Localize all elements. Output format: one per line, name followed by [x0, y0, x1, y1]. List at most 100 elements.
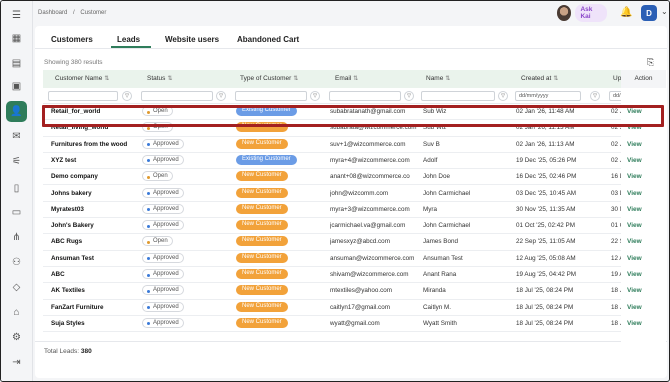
tab-customers[interactable]: Customers [51, 35, 93, 44]
filter-row: ▽ ▽ ▽ ▽ ▽ dd/mm/yyyy ▽ dd/ [43, 88, 633, 104]
filter-name-input[interactable] [421, 91, 495, 101]
type-badge: New Customer [236, 285, 288, 296]
header-type[interactable]: Type of Customer ⇅ [240, 75, 298, 82]
orders-icon[interactable]: ▣ [9, 79, 24, 94]
breadcrumb-dashboard[interactable]: Dashboard [38, 10, 67, 16]
type-badge: New Customer [236, 203, 288, 214]
filter-icon[interactable]: ▽ [498, 91, 508, 101]
view-link[interactable]: View [627, 222, 642, 229]
table-row[interactable]: ABC Approved New Customer shivam@wizcommerc… [43, 267, 633, 284]
status-badge: Approved [142, 285, 184, 296]
download-icon[interactable]: ⎘ [647, 57, 654, 68]
cell-created-at: 03 Dec '25, 10:45 AM [516, 189, 577, 197]
view-link[interactable]: View [627, 190, 642, 197]
view-link[interactable]: View [627, 206, 642, 213]
tab-bar: Customers Leads Website users Abandoned … [35, 26, 667, 49]
filter-icon[interactable]: ▽ [404, 91, 414, 101]
view-link[interactable]: View [627, 255, 642, 262]
cell-email: anant+08@wizcommerce.co [330, 173, 410, 181]
header-name[interactable]: Name ⇅ [426, 75, 450, 82]
messages-icon[interactable]: ✉ [9, 129, 24, 144]
view-link[interactable]: View [627, 320, 642, 327]
filter-email-input[interactable] [329, 91, 401, 101]
filter-type-input[interactable] [235, 91, 307, 101]
cell-email: myra+3@wizcommerce.com [330, 205, 410, 213]
cell-email: caitlyn17@gmail.com [330, 303, 390, 311]
header-customer-name[interactable]: Customer Name ⇅ [55, 75, 109, 82]
table-row[interactable]: Ansuman Test Approved New Customer ansuman@… [43, 251, 633, 267]
cell-name: Miranda [423, 287, 446, 295]
filter-icon[interactable]: ▽ [122, 91, 132, 101]
settings-sliders-icon[interactable]: ⚟ [9, 154, 24, 169]
view-link[interactable]: View [627, 271, 642, 278]
filter-status-input[interactable] [141, 91, 213, 101]
cell-name: Caitlyn M. [423, 303, 451, 311]
type-badge: New Customer [236, 138, 288, 149]
cell-name: Suv B [423, 140, 440, 148]
gear-icon[interactable]: ⚙ [9, 330, 24, 345]
table-row[interactable]: ABC Rugs Open New Customer jamesxyz@abcd.co… [43, 234, 633, 251]
view-link[interactable]: View [627, 157, 642, 164]
filter-icon[interactable]: ▽ [216, 91, 226, 101]
cell-created-at: 22 Sep '25, 11:05 AM [516, 238, 576, 246]
cell-email: suv+1@wizcommerce.com [330, 140, 406, 148]
table-row[interactable]: FanZart Furniture Approved New Customer cai… [43, 300, 633, 316]
cell-customer-name: AK Textiles [51, 287, 85, 295]
user-avatar[interactable]: D [641, 5, 657, 21]
table-row[interactable]: XYZ test Approved Existing Customer myra+4@… [43, 153, 633, 170]
table-row[interactable]: Demo company Open New Customer anant+08@wiz… [43, 169, 633, 186]
logout-icon[interactable]: ⇥ [9, 355, 24, 370]
table-row[interactable]: Suja Styles Approved New Customer wyatt@gma… [43, 316, 633, 333]
cell-customer-name: FanZart Furniture [51, 303, 104, 311]
filter-icon[interactable]: ▽ [310, 91, 320, 101]
table-row[interactable]: Furnitures from the wood Approved New Cust… [43, 137, 633, 153]
tab-leads[interactable]: Leads [117, 35, 140, 44]
chevron-down-icon[interactable]: ⌄ [661, 7, 668, 16]
table-row[interactable]: AK Textiles Approved New Customer mtextiles… [43, 283, 633, 300]
tag-icon[interactable]: ◇ [9, 280, 24, 295]
header-created-at[interactable]: Created at ⇅ [521, 75, 558, 82]
users-icon[interactable]: ⚇ [9, 255, 24, 270]
cell-customer-name: Demo company [51, 173, 98, 181]
view-link[interactable]: View [627, 173, 642, 180]
header-email[interactable]: Email ⇅ [335, 75, 358, 82]
status-badge: Approved [142, 269, 184, 279]
ask-kai-button[interactable]: Ask Kai [557, 4, 607, 22]
menu-icon[interactable]: ☰ [9, 8, 24, 23]
total-leads: Total Leads: 380 [44, 348, 92, 355]
cell-customer-name: Furnitures from the wood [51, 140, 128, 148]
view-link[interactable]: View [627, 141, 642, 148]
table-row[interactable]: John's Bakery Approved New Customer jcarmic… [43, 218, 633, 235]
cell-email: john@wizcomm.com [330, 189, 389, 197]
hierarchy-icon[interactable]: ⋔ [9, 230, 24, 245]
filter-created-date[interactable]: dd/mm/yyyy [515, 91, 581, 101]
customers-icon[interactable]: 👤 [6, 101, 27, 122]
view-link[interactable]: View [627, 238, 642, 245]
filter-customer-input[interactable] [48, 91, 118, 101]
bell-icon[interactable]: 🔔 [620, 7, 632, 18]
catalog-icon[interactable]: ▤ [9, 56, 24, 71]
total-leads-value: 380 [80, 348, 92, 355]
cell-created-at: 18 Jul '25, 08:24 PM [516, 287, 574, 295]
dashboard-icon[interactable]: ▦ [9, 31, 24, 46]
documents-icon[interactable]: ▯ [9, 181, 24, 196]
filter-icon[interactable]: ▽ [590, 91, 600, 101]
status-badge: Open [142, 236, 173, 247]
table-row[interactable]: Myratest03 Approved New Customer myra+3@wiz… [43, 202, 633, 219]
sidebar: ☰ ▦ ▤ ▣ 👤 ✉ ⚟ ▯ ▭ ⋔ ⚇ ◇ ⌂ ⚙ ⇥ [1, 1, 33, 381]
type-badge: New Customer [236, 220, 288, 231]
type-badge: Existing Customer [236, 154, 297, 165]
header-status[interactable]: Status ⇅ [147, 75, 172, 82]
store-icon[interactable]: ⌂ [9, 305, 24, 320]
tab-website-users[interactable]: Website users [165, 35, 219, 44]
tab-abandoned-cart[interactable]: Abandoned Cart [237, 35, 299, 44]
view-link[interactable]: View [627, 287, 642, 294]
cell-name: Wyatt Smith [423, 319, 457, 327]
view-link[interactable]: View [627, 304, 642, 311]
status-badge: Approved [142, 252, 184, 263]
table-row[interactable]: Johns bakery Approved New Customer john@wiz… [43, 186, 633, 202]
cell-created-at: 01 Oct '25, 02:42 PM [516, 222, 575, 230]
kai-avatar [557, 5, 572, 21]
ask-kai-label: Ask Kai [575, 4, 607, 22]
folder-icon[interactable]: ▭ [9, 205, 24, 220]
